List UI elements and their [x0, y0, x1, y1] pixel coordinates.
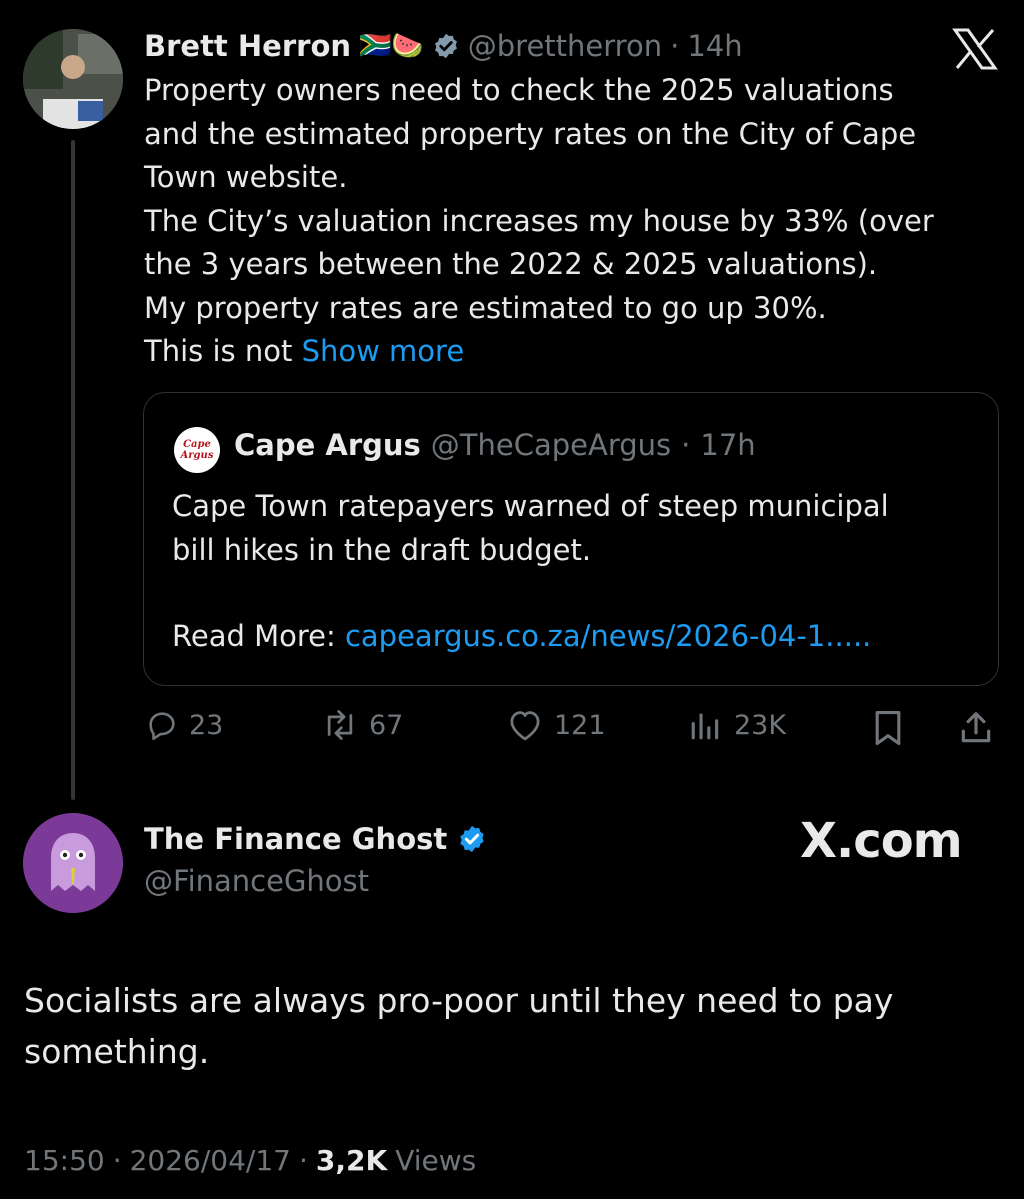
tweet-text-truncated: This is not — [144, 334, 293, 368]
tweet-text-line: Property owners need to check the 2025 v… — [144, 73, 894, 107]
verified-grey-icon — [434, 33, 457, 59]
reply-author-handle[interactable]: @FinanceGhost — [144, 864, 369, 898]
quote-logo-text: Cape — [183, 439, 211, 450]
show-more-link[interactable]: Show more — [302, 334, 465, 368]
author-name[interactable]: Brett Herron — [144, 29, 351, 63]
quote-text: Cape Town ratepayers warned of steep mun… — [172, 485, 889, 659]
avatar[interactable] — [23, 29, 123, 129]
views-count: 23K — [734, 709, 787, 741]
reply-action[interactable]: 23 — [145, 708, 223, 742]
reply-count: 23 — [189, 709, 224, 741]
tweet-text-last-line: This is not Show more — [144, 330, 934, 374]
repost-action[interactable]: 67 — [321, 708, 403, 742]
read-more-label: Read More: — [172, 619, 336, 653]
author-handle[interactable]: @brettherron — [468, 29, 662, 63]
read-more-line: Read More: capeargus.co.za/news/2026-04-… — [172, 615, 889, 659]
dot-separator: · — [681, 428, 691, 462]
views-label: Views — [395, 1144, 477, 1177]
tweet-text-line: Town website. — [144, 160, 348, 194]
post-time[interactable]: 15:50 — [24, 1144, 105, 1177]
reply-icon — [149, 712, 175, 741]
thread-connector-line — [71, 140, 75, 800]
avatar-photo — [23, 29, 123, 129]
tweet-text-line: and the estimated property rates on the … — [144, 116, 917, 151]
like-action[interactable]: 121 — [506, 708, 606, 742]
heart-icon — [510, 711, 540, 741]
tweet-time[interactable]: 14h — [687, 29, 742, 63]
repost-count: 67 — [369, 709, 404, 741]
bookmark-icon[interactable] — [871, 709, 905, 747]
tweet-text-line: The City’s valuation increases my house … — [144, 203, 934, 238]
tweet-text-line: My property rates are estimated to go up… — [144, 290, 827, 325]
views-action[interactable]: 23K — [688, 708, 786, 742]
views-chart-icon — [691, 713, 719, 740]
quote-time[interactable]: 17h — [700, 428, 755, 462]
reply-text: Socialists are always pro-poor until the… — [24, 975, 893, 1077]
tweet-text: Property owners need to check the 2025 v… — [144, 69, 934, 374]
post-date[interactable]: 2026/04/17 — [130, 1144, 291, 1177]
quote-author-name[interactable]: Cape Argus — [234, 428, 421, 462]
quote-text-line: bill hikes in the draft budget. — [172, 532, 592, 567]
ghost-avatar-icon — [23, 813, 123, 913]
views-total: 3,2K — [315, 1144, 388, 1177]
reply-author-name[interactable]: The Finance Ghost — [144, 822, 447, 856]
quote-logo-text: Argus — [180, 450, 214, 461]
quote-author-handle[interactable]: @TheCapeArgus — [431, 428, 671, 462]
quote-avatar: Cape Argus — [174, 427, 220, 473]
reply-text-line: Socialists are always pro-poor until the… — [24, 981, 894, 1020]
verified-badge-icon — [460, 825, 485, 853]
quote-text-line: Cape Town ratepayers warned of steep mun… — [172, 489, 889, 523]
quoted-tweet-card[interactable]: Cape Argus Cape Argus @TheCapeArgus · 17… — [143, 392, 999, 686]
reply-text-line: something. — [24, 1032, 210, 1071]
x-logo-icon[interactable] — [952, 28, 998, 70]
post-meta: 15:50 · 2026/04/17 · 3,2K Views — [24, 1144, 476, 1177]
avatar[interactable] — [23, 813, 123, 913]
share-icon[interactable] — [957, 709, 995, 747]
repost-icon — [327, 710, 353, 740]
dot-separator: · — [299, 1144, 308, 1177]
dot-separator: · — [670, 29, 680, 63]
tweet-text-line: the 3 years between the 2022 & 2025 valu… — [144, 247, 878, 281]
author-emojis: 🇿🇦🍉 — [359, 31, 424, 61]
dot-separator: · — [112, 1144, 122, 1177]
x-com-watermark: X.com — [800, 813, 963, 869]
like-count: 121 — [554, 709, 606, 741]
read-more-link[interactable]: capeargus.co.za/news/2026-04-1..... — [345, 619, 871, 653]
